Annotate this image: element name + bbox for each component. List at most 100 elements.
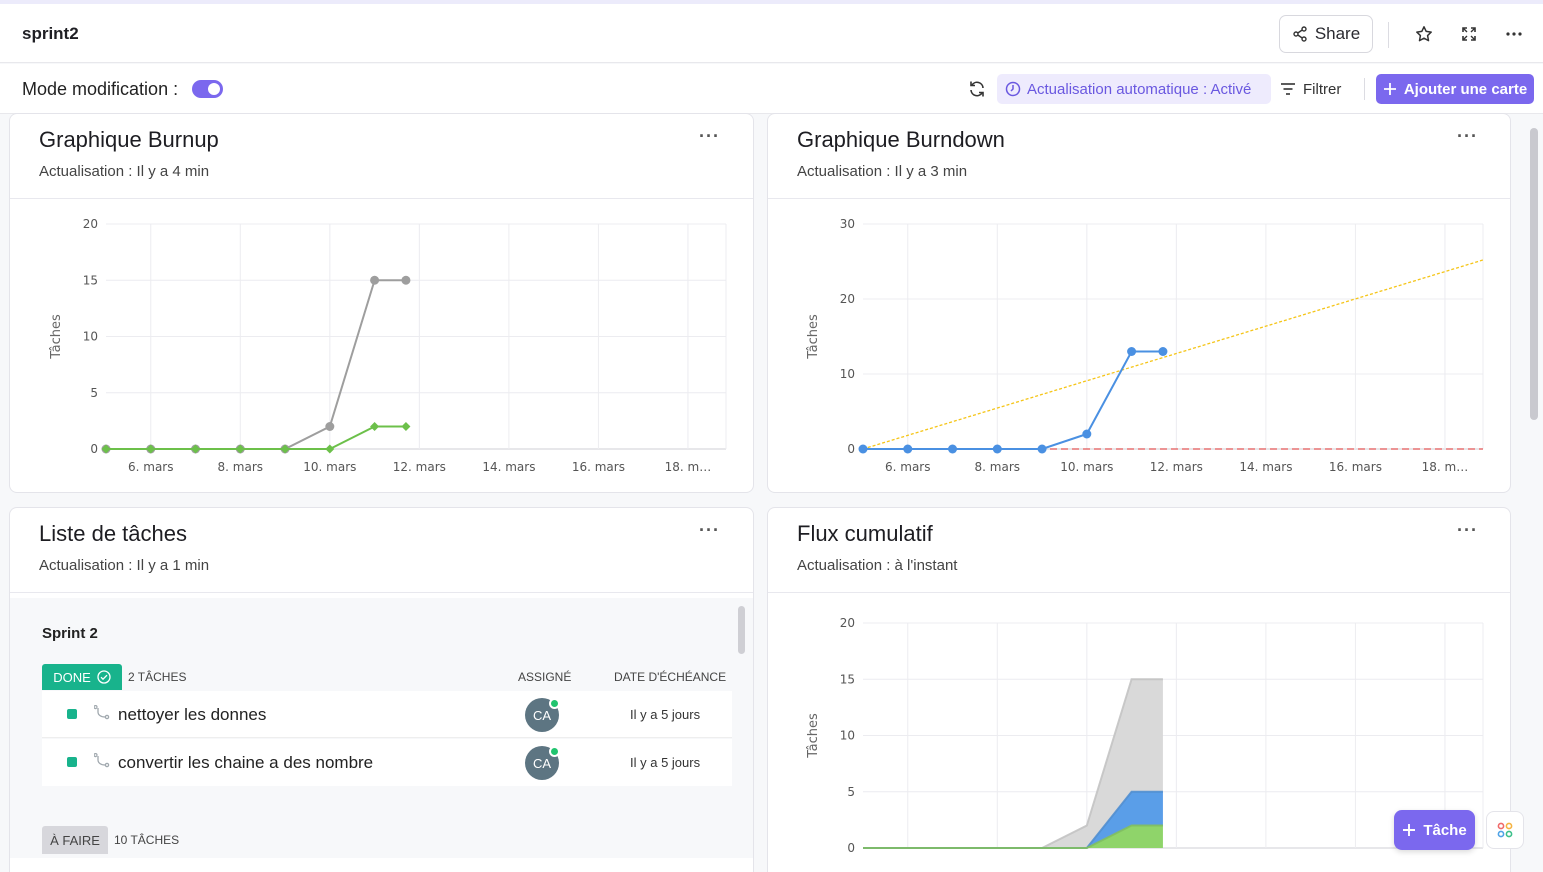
y-axis-label: Tâches	[806, 713, 821, 759]
new-task-label: Tâche	[1423, 821, 1467, 839]
card-title: Liste de tâches	[39, 521, 187, 546]
y-tick-label: 10	[840, 729, 855, 743]
check-circle-icon	[97, 670, 111, 684]
y-tick-label: 30	[840, 217, 855, 231]
card-subtitle: Actualisation : Il y a 3 min	[797, 163, 968, 180]
x-tick-label: 8. mars	[975, 460, 1021, 474]
x-tick-label: 6. mars	[128, 460, 174, 474]
y-tick-label: 20	[83, 217, 98, 231]
y-tick-label: 20	[840, 616, 855, 630]
card-subtitle: Actualisation : Il y a 4 min	[39, 163, 210, 180]
x-tick-label: 10. mars	[1060, 460, 1113, 474]
y-tick-label: 15	[840, 672, 855, 686]
y-tick-label: 0	[90, 442, 98, 456]
data-point	[401, 275, 411, 285]
card-subtitle: Actualisation : à l'instant	[797, 557, 958, 574]
x-tick-label: 14. mars	[482, 460, 535, 474]
column-header-assignee[interactable]: ASSIGNÉ	[518, 670, 571, 684]
due-date[interactable]: Il y a 5 jours	[630, 707, 700, 722]
card-divider	[10, 592, 753, 593]
y-axis-label: Tâches	[49, 314, 64, 360]
data-point	[1082, 429, 1092, 439]
x-tick-label: 18. m…	[665, 460, 712, 474]
status-label: DONE	[53, 669, 91, 685]
card-menu-icon[interactable]: ···	[699, 126, 720, 147]
table-row[interactable]: nettoyer les donnes CA Il y a 5 jours	[42, 691, 732, 738]
edit-mode-label: Mode modification :	[22, 79, 179, 99]
data-point	[858, 444, 868, 454]
y-tick-label: 15	[83, 273, 98, 287]
subtask-icon	[94, 753, 110, 768]
data-point	[1127, 347, 1137, 356]
burnup-card: Graphique Burnup Actualisation : Il y a …	[9, 113, 754, 493]
avatar-initials: CA	[532, 755, 552, 771]
online-status-dot	[549, 746, 560, 757]
avatar[interactable]: CA	[525, 746, 560, 780]
card-menu-icon[interactable]: ···	[699, 520, 720, 541]
due-date[interactable]: Il y a 5 jours	[630, 755, 700, 770]
x-tick-label: 10. mars	[303, 460, 356, 474]
task-count: 10 TÂCHES	[114, 833, 180, 847]
apps-launcher-icon[interactable]	[1486, 811, 1524, 849]
task-count: 2 TÂCHES	[128, 670, 187, 684]
data-point	[948, 444, 958, 454]
filter-button[interactable]: Filtrer	[1280, 77, 1341, 101]
card-menu-icon[interactable]: ···	[1457, 520, 1478, 541]
more-options-icon[interactable]	[1502, 22, 1526, 46]
status-square[interactable]	[67, 709, 77, 719]
share-button[interactable]: Share	[1279, 15, 1373, 53]
plus-icon	[1403, 824, 1416, 836]
y-tick-label: 10	[840, 367, 855, 381]
new-task-button[interactable]: Tâche	[1394, 810, 1475, 850]
status-square[interactable]	[67, 757, 77, 767]
y-tick-label: 10	[83, 330, 98, 344]
status-group-done[interactable]: DONE	[42, 664, 122, 690]
edit-mode-toggle[interactable]	[192, 80, 223, 98]
header-divider	[1388, 22, 1389, 48]
data-point	[1158, 347, 1168, 356]
x-tick-label: 6. mars	[885, 460, 931, 474]
y-tick-label: 0	[847, 442, 855, 456]
y-tick-label: 5	[847, 785, 855, 799]
x-tick-label: 12. mars	[1150, 460, 1203, 474]
auto-refresh-toggle[interactable]: Actualisation automatique : Activé	[997, 74, 1271, 104]
auto-refresh-label: Actualisation automatique : Activé	[1027, 80, 1252, 98]
refresh-icon[interactable]	[965, 77, 989, 101]
share-label: Share	[1314, 24, 1361, 43]
burnup-chart: 0 5 10 15 20 6. mars 8. mars 10. mars 12. mars 14…	[49, 217, 727, 474]
page-header: sprint2 Share	[0, 4, 1543, 63]
x-tick-label: 8. mars	[218, 460, 264, 474]
burndown-card: Graphique Burndown Actualisation : Il y …	[767, 113, 1511, 493]
table-row[interactable]: convertir les chaine a des nombre CA Il …	[42, 739, 732, 786]
task-list: Sprint 2 DONE 2 TÂCHES ASSIGNÉ DATE D'ÉC…	[10, 598, 753, 858]
online-status-dot	[549, 698, 560, 709]
add-card-button[interactable]: Ajouter une carte	[1376, 74, 1534, 104]
favorite-star-icon[interactable]	[1412, 22, 1436, 46]
tasklist-card: Liste de tâches Actualisation : Il y a 1…	[9, 507, 754, 872]
x-tick-label: 16. mars	[1329, 460, 1382, 474]
y-tick-label: 5	[90, 386, 98, 400]
filter-icon	[1281, 83, 1295, 95]
card-title: Flux cumulatif	[797, 521, 933, 546]
page-scrollbar[interactable]	[1530, 128, 1538, 420]
task-name[interactable]: convertir les chaine a des nombre	[118, 753, 373, 773]
avatar[interactable]: CA	[525, 698, 560, 732]
card-title: Graphique Burndown	[797, 127, 1005, 152]
column-header-due-date[interactable]: DATE D'ÉCHÉANCE	[614, 670, 726, 684]
card-menu-icon[interactable]: ···	[1457, 126, 1478, 147]
share-icon	[1293, 26, 1307, 42]
status-group-todo[interactable]: À FAIRE	[42, 826, 108, 854]
data-point	[325, 422, 335, 431]
y-tick-label: 20	[840, 292, 855, 306]
filter-label: Filtrer	[1303, 80, 1342, 98]
sprint-name: Sprint 2	[42, 625, 98, 642]
x-tick-label: 18. m…	[1422, 460, 1469, 474]
task-name[interactable]: nettoyer les donnes	[118, 705, 266, 725]
dashboard-toolbar: Mode modification : Actualisation automa…	[0, 64, 1543, 114]
subtask-icon	[94, 705, 110, 720]
plus-icon	[1383, 83, 1396, 95]
fullscreen-icon[interactable]	[1457, 22, 1481, 46]
data-point	[401, 422, 411, 431]
y-axis-label: Tâches	[806, 314, 821, 360]
tasklist-scrollbar[interactable]	[738, 606, 745, 654]
